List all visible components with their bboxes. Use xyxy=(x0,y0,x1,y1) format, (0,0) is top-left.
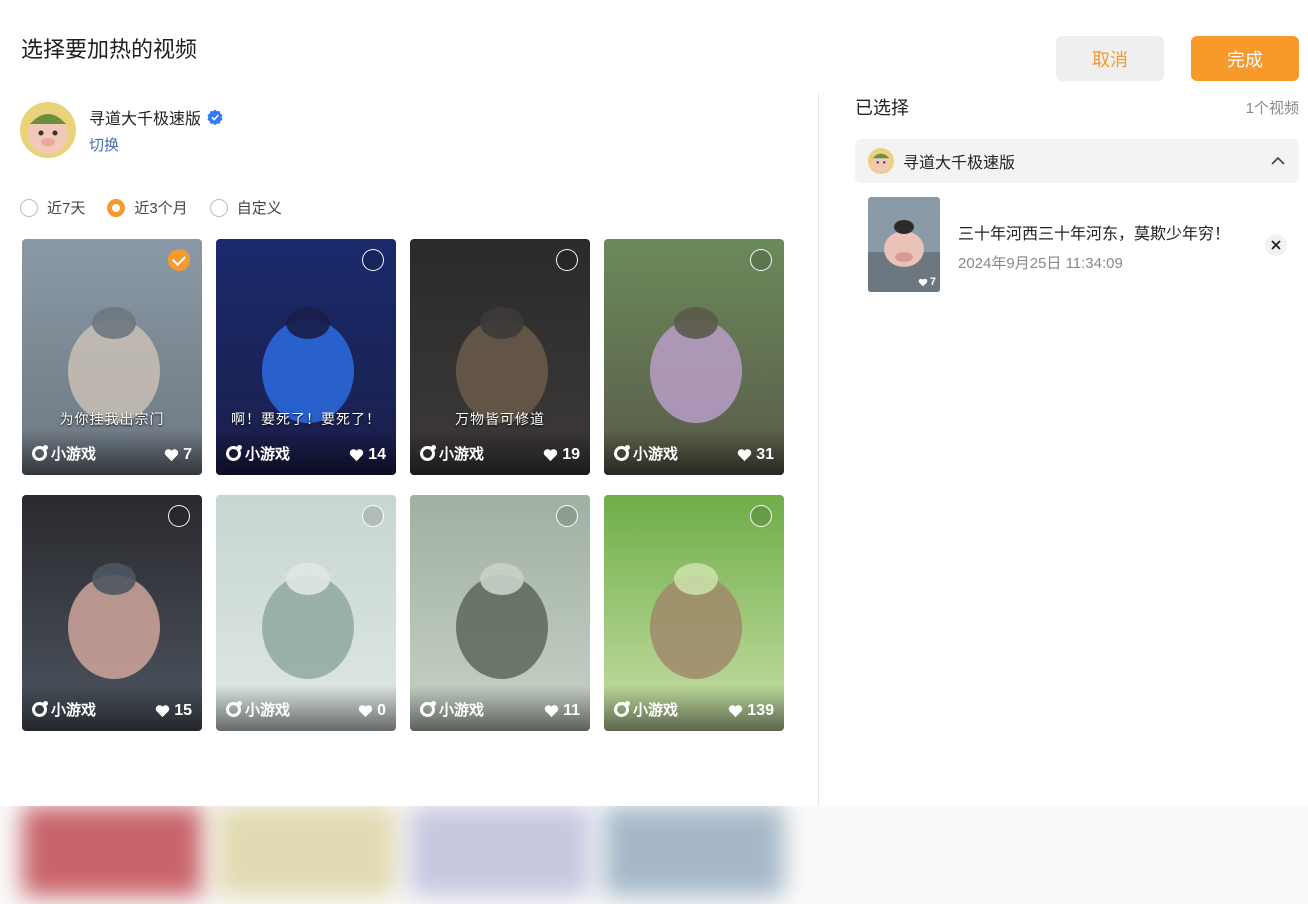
avatar xyxy=(20,102,76,158)
heart-icon xyxy=(164,449,179,462)
radio-custom[interactable] xyxy=(209,198,228,217)
done-button[interactable]: 完成 xyxy=(1191,36,1299,81)
mini-game-icon xyxy=(614,701,630,717)
like-count: 139 xyxy=(728,702,774,720)
video-card[interactable]: 小游戏 11 xyxy=(410,495,590,731)
selected-count: 1个视频 xyxy=(1245,99,1299,117)
select-video-dialog: 选择要加热的视频 寻道大千极速版 切换 近7天 近3个月 自定义 为你挂我出宗门… xyxy=(0,0,1308,904)
mini-game-icon xyxy=(420,445,436,461)
video-card[interactable]: 啊！要死了！要死了！ 小游戏 14 xyxy=(216,239,396,475)
video-picker-panel: 寻道大千极速版 切换 近7天 近3个月 自定义 为你挂我出宗门 小游戏 7 啊！… xyxy=(0,90,818,806)
faded-video-card xyxy=(216,806,396,896)
select-checkbox[interactable] xyxy=(168,249,190,271)
video-card[interactable]: 万物皆可修道小游戏 19 xyxy=(410,239,590,475)
remove-selected-button[interactable] xyxy=(1265,234,1287,256)
video-card[interactable]: 小游戏 0 xyxy=(216,495,396,731)
account-name: 寻道大千极速版 xyxy=(89,105,223,129)
faded-next-row xyxy=(0,806,818,904)
video-card[interactable]: 小游戏 139 xyxy=(604,495,784,731)
video-caption: 万物皆可修道 xyxy=(455,411,545,427)
mini-game-tag: 小游戏 xyxy=(226,443,290,464)
faded-video-card xyxy=(604,806,784,896)
like-count: 31 xyxy=(737,446,774,464)
selected-panel: 已选择 1个视频 寻道大千极速版 7 三十年河西三十年河东，莫欺少年穷！ 202… xyxy=(855,90,1299,292)
mini-game-icon xyxy=(226,445,242,461)
select-checkbox[interactable] xyxy=(750,505,772,527)
range-option-7d[interactable]: 近7天 xyxy=(20,197,85,218)
date-range-radio-group: 近7天 近3个月 自定义 xyxy=(20,197,304,218)
like-count: 19 xyxy=(543,446,580,464)
select-checkbox[interactable] xyxy=(556,505,578,527)
video-caption: 啊！要死了！要死了！ xyxy=(231,411,381,427)
like-count: 7 xyxy=(164,446,192,464)
mini-game-icon xyxy=(226,701,242,717)
range-option-3m[interactable]: 近3个月 xyxy=(107,197,188,218)
select-checkbox[interactable] xyxy=(556,249,578,271)
radio-3m[interactable] xyxy=(107,198,126,217)
mini-game-icon xyxy=(614,445,630,461)
like-count: 0 xyxy=(358,702,386,720)
select-checkbox[interactable] xyxy=(168,505,190,527)
dialog-title: 选择要加热的视频 xyxy=(21,37,198,62)
heart-icon xyxy=(155,705,170,718)
video-card[interactable]: 为你挂我出宗门小游戏 7 xyxy=(22,239,202,475)
selected-video-thumbnail: 7 xyxy=(868,197,940,292)
heart-icon xyxy=(918,278,928,286)
select-checkbox[interactable] xyxy=(362,249,384,271)
select-checkbox[interactable] xyxy=(362,505,384,527)
cancel-button[interactable]: 取消 xyxy=(1056,36,1164,81)
heart-icon xyxy=(737,449,752,462)
mini-game-tag: 小游戏 xyxy=(226,699,290,720)
heart-icon xyxy=(358,705,373,718)
video-card[interactable]: 小游戏 15 xyxy=(22,495,202,731)
radio-7d[interactable] xyxy=(20,198,38,217)
like-count: 11 xyxy=(544,702,580,720)
group-avatar xyxy=(868,148,894,174)
mini-game-icon xyxy=(420,701,436,717)
mini-game-icon xyxy=(32,701,48,717)
selected-video-title: 三十年河西三十年河东，莫欺少年穷！ xyxy=(958,226,1231,243)
mini-game-tag: 小游戏 xyxy=(614,699,678,720)
mini-game-tag: 小游戏 xyxy=(614,443,678,464)
mini-game-icon xyxy=(32,445,48,461)
heart-icon xyxy=(729,705,743,718)
selected-title: 已选择 xyxy=(855,98,909,118)
mini-game-tag: 小游戏 xyxy=(32,699,96,720)
select-checkbox[interactable] xyxy=(750,249,772,271)
video-caption: 为你挂我出宗门 xyxy=(59,411,165,427)
selected-group-header[interactable]: 寻道大千极速版 xyxy=(855,139,1299,183)
selected-video-date: 2024年9月25日 11:34:09 xyxy=(958,255,1123,272)
heart-icon xyxy=(543,449,558,462)
faded-video-card xyxy=(22,806,202,896)
like-count: 15 xyxy=(155,702,192,720)
video-card[interactable]: 小游戏 31 xyxy=(604,239,784,475)
mini-game-tag: 小游戏 xyxy=(420,443,484,464)
selected-video-likes: 7 xyxy=(918,276,936,288)
close-icon xyxy=(1271,240,1281,250)
mini-game-tag: 小游戏 xyxy=(32,443,96,464)
mini-game-tag: 小游戏 xyxy=(420,699,484,720)
switch-account-link[interactable]: 切换 xyxy=(89,134,223,155)
selected-video-item: 7 三十年河西三十年河东，莫欺少年穷！ 2024年9月25日 11:34:09 xyxy=(868,197,1299,292)
account-row: 寻道大千极速版 切换 xyxy=(20,102,223,158)
video-grid: 为你挂我出宗门小游戏 7 啊！要死了！要死了！ 小游戏 14 万物皆可修道小游戏 19 小游戏… xyxy=(22,239,784,731)
chevron-up-icon[interactable] xyxy=(1270,153,1286,169)
heart-icon xyxy=(349,449,364,462)
heart-icon xyxy=(544,705,559,718)
range-option-custom[interactable]: 自定义 xyxy=(209,197,282,218)
like-count: 14 xyxy=(349,446,386,464)
group-name: 寻道大千极速版 xyxy=(903,155,1016,172)
divider xyxy=(818,94,819,806)
verified-icon xyxy=(207,109,223,125)
faded-video-card xyxy=(410,806,590,896)
